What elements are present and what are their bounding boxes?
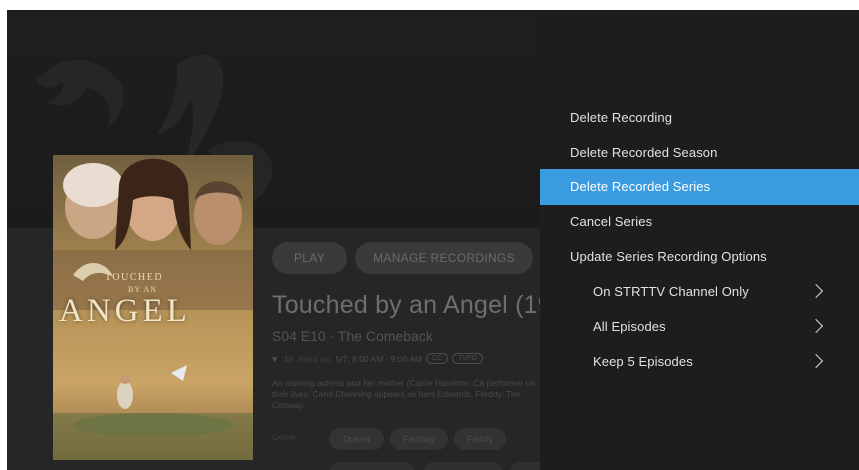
genre-chip-drama[interactable]: Drama [329, 428, 384, 450]
menu-item-label: Delete Recording [570, 110, 673, 125]
menu-item-delete-recording[interactable]: Delete Recording [540, 100, 859, 136]
show-title: Touched by an Angel (19 [272, 291, 552, 319]
menu-item-delete-recorded-series[interactable]: Delete Recorded Series [540, 169, 859, 205]
menu-item-label: Cancel Series [570, 214, 653, 229]
menu-item-channel-option[interactable]: On STRTTV Channel Only [540, 274, 859, 310]
menu-item-label: Delete Recorded Series [570, 179, 711, 194]
menu-item-keep-option[interactable]: Keep 5 Episodes [540, 344, 859, 380]
genre-label: Genre: [272, 432, 298, 442]
aired-value: 5/7, 8:00 AM - 9:00 AM [335, 353, 422, 364]
tv-screen: TOUCHED BY AN ANGEL PLAY MANAGE RECORDIN… [7, 10, 859, 470]
menu-item-label: Update Series Recording Options [570, 249, 767, 264]
chevron-right-icon [808, 283, 824, 299]
chevron-right-icon [808, 318, 824, 334]
aired-label: Aired on: [297, 353, 332, 364]
menu-item-update-series-options[interactable]: Update Series Recording Options [540, 239, 859, 275]
genre-chip-family[interactable]: Family [454, 428, 506, 450]
show-poster[interactable]: TOUCHED BY AN ANGEL [53, 155, 253, 460]
manage-recordings-button[interactable]: MANAGE RECORDINGS [355, 242, 533, 274]
heart-icon: ♥ [272, 353, 278, 364]
episode-description: An aspiring actress and her mother (Carr… [272, 378, 536, 410]
cast-chip[interactable] [329, 462, 415, 470]
poster-title-line3: ANGEL [59, 293, 191, 329]
recording-options-menu: Delete Recording Delete Recorded Season … [540, 10, 859, 470]
chevron-right-icon [808, 353, 824, 369]
menu-item-label: Delete Recorded Season [570, 145, 718, 160]
play-button[interactable]: PLAY [272, 242, 347, 274]
genre-chip-fantasy[interactable]: Fantasy [390, 428, 448, 450]
menu-item-delete-recorded-season[interactable]: Delete Recorded Season [540, 135, 859, 171]
duration: 1h [284, 353, 294, 364]
menu-item-episodes-option[interactable]: All Episodes [540, 309, 859, 345]
menu-item-label: Keep 5 Episodes [593, 354, 693, 369]
episode-meta: ♥ 1h Aired on: 5/7, 8:00 AM - 9:00 AM CC… [272, 353, 484, 364]
episode-info: S04 E10 · The Comeback [272, 328, 433, 344]
cast-chip[interactable] [423, 462, 503, 470]
poster-title-line1: TOUCHED [105, 272, 164, 283]
cc-badge: CC [425, 353, 449, 364]
menu-item-cancel-series[interactable]: Cancel Series [540, 204, 859, 240]
rating-badge: TVPG [452, 353, 484, 364]
menu-item-label: All Episodes [593, 319, 666, 334]
menu-item-label: On STRTTV Channel Only [593, 284, 749, 299]
